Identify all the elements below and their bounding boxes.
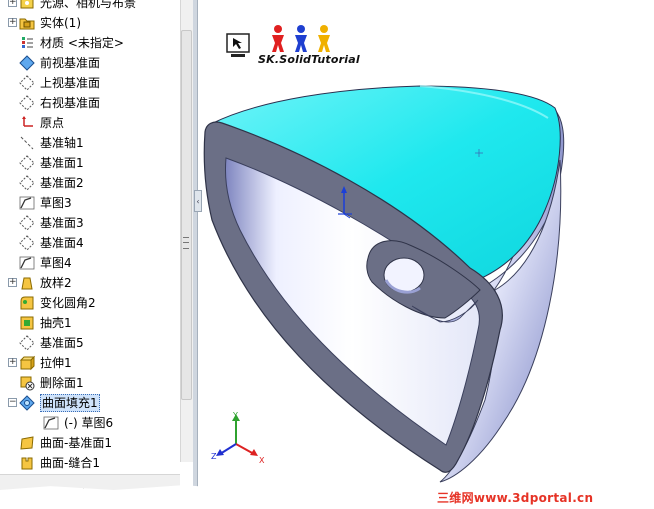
watermark-text: 三维网www.3dportal.cn xyxy=(437,491,594,505)
reference-triad xyxy=(216,414,258,456)
logo-text: SK.SolidTutorial xyxy=(258,53,360,66)
solidworks-window: + 光源、相机与布景 + 实体(1) 材质 <未指定> 前视基准面 上视基准面 右视基准面 原点… xyxy=(0,0,632,490)
triad-z-label: Z xyxy=(211,452,217,461)
triad-x-label: X xyxy=(259,456,265,465)
horizontal-grip-icon xyxy=(72,488,84,490)
model-graphics xyxy=(203,25,565,483)
triad-y-label: Y xyxy=(233,411,238,420)
